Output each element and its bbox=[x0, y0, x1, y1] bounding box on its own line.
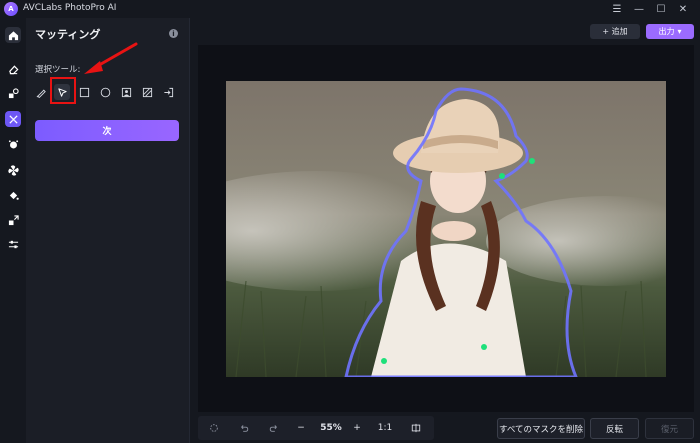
chevron-down-icon: ▾ bbox=[677, 27, 682, 36]
photo bbox=[226, 81, 666, 377]
tool-brush[interactable] bbox=[33, 84, 49, 100]
shapes-icon bbox=[8, 87, 19, 98]
export-label: 出力 bbox=[658, 27, 675, 36]
annotation-highlight-box bbox=[50, 77, 76, 104]
info-icon[interactable]: i bbox=[169, 29, 178, 38]
undo-icon[interactable] bbox=[236, 420, 252, 436]
hatch-icon bbox=[142, 87, 152, 97]
rail-sliders[interactable] bbox=[5, 236, 21, 252]
resize-icon bbox=[8, 214, 19, 225]
add-button[interactable]: + 追加 bbox=[590, 24, 640, 39]
rail-shapes[interactable] bbox=[5, 85, 21, 101]
sliders-icon bbox=[8, 240, 18, 248]
rail-eraser[interactable] bbox=[5, 61, 21, 77]
menu-icon[interactable]: ☰ bbox=[606, 1, 628, 17]
matting-icon bbox=[8, 114, 18, 124]
rail-face[interactable] bbox=[5, 136, 21, 152]
zoom-level: 55% bbox=[320, 423, 342, 433]
tool-import[interactable] bbox=[160, 84, 176, 100]
rail-home[interactable] bbox=[5, 27, 21, 43]
rail-matting[interactable] bbox=[5, 111, 21, 127]
clear-all-masks-button[interactable]: すべてのマスクを削除 bbox=[497, 418, 585, 439]
tool-portrait[interactable] bbox=[118, 84, 134, 100]
canvas-toolbar: − 55% + 1:1 bbox=[198, 416, 434, 440]
annotation-arrow bbox=[84, 42, 138, 74]
close-icon[interactable]: ✕ bbox=[672, 1, 694, 17]
rail-resize[interactable] bbox=[5, 212, 21, 228]
rectangle-icon bbox=[79, 87, 89, 97]
zoom-in-button[interactable]: + bbox=[350, 420, 364, 436]
actual-size-button[interactable]: 1:1 bbox=[374, 420, 396, 436]
rail-fill[interactable] bbox=[5, 187, 21, 203]
reset-icon[interactable] bbox=[206, 420, 222, 436]
tool-hatch[interactable] bbox=[139, 84, 155, 100]
face-icon bbox=[8, 139, 18, 148]
app-title: AVCLabs PhotoPro AI bbox=[23, 3, 117, 13]
title-bar: A AVCLabs PhotoPro AI ☰ — ☐ ✕ bbox=[0, 0, 700, 18]
home-icon bbox=[8, 30, 18, 40]
tool-rail bbox=[0, 20, 26, 443]
next-button[interactable]: 次 bbox=[35, 120, 179, 141]
app-logo: A bbox=[4, 2, 18, 16]
eraser-icon bbox=[8, 64, 18, 74]
maximize-icon[interactable]: ☐ bbox=[650, 1, 672, 17]
restore-button[interactable]: 復元 bbox=[645, 418, 694, 439]
fill-icon bbox=[9, 191, 19, 200]
brush-icon bbox=[36, 89, 46, 98]
minimize-icon[interactable]: — bbox=[628, 1, 650, 17]
tool-rectangle[interactable] bbox=[76, 84, 92, 100]
fan-icon bbox=[7, 164, 19, 176]
zoom-out-button[interactable]: − bbox=[294, 420, 308, 436]
tool-circle[interactable] bbox=[97, 84, 113, 100]
circle-icon bbox=[100, 87, 110, 97]
photo-illustration bbox=[226, 81, 666, 377]
export-button[interactable]: 出力 ▾ bbox=[646, 24, 694, 39]
image-canvas[interactable] bbox=[198, 45, 694, 412]
import-icon bbox=[163, 87, 173, 97]
portrait-icon bbox=[121, 87, 131, 97]
compare-icon[interactable] bbox=[408, 420, 424, 436]
rail-fan[interactable] bbox=[5, 162, 21, 178]
redo-icon[interactable] bbox=[266, 420, 282, 436]
flip-button[interactable]: 反転 bbox=[590, 418, 639, 439]
